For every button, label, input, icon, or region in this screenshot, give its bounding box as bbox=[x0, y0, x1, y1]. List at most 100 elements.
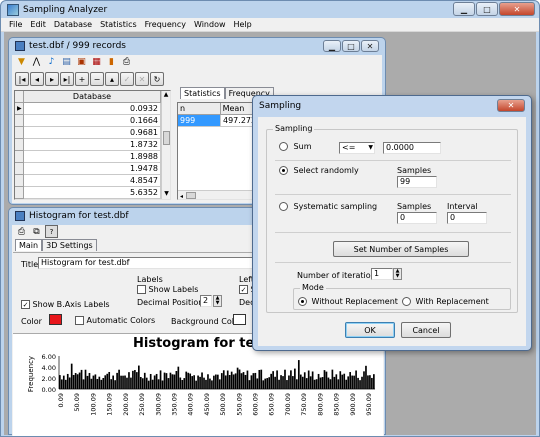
without-replacement-radio[interactable]: Without Replacement bbox=[298, 297, 398, 306]
menu-window[interactable]: Window bbox=[194, 20, 226, 29]
samples-input[interactable]: 99 bbox=[397, 176, 437, 188]
table-cell[interactable]: 1.8988 bbox=[24, 151, 161, 163]
histogram-bar bbox=[199, 376, 201, 389]
copy-icon[interactable]: ⧉ bbox=[30, 225, 43, 238]
histogram-bar bbox=[347, 376, 350, 389]
table-row[interactable]: 0.9681 bbox=[15, 127, 170, 139]
db-maximize-button[interactable]: □ bbox=[342, 40, 360, 52]
stats-column-header[interactable]: n bbox=[178, 103, 221, 115]
nav-next-button[interactable]: ▸ bbox=[45, 72, 59, 86]
histogram-bar bbox=[173, 374, 176, 389]
nav-insert-button[interactable]: + bbox=[75, 72, 89, 86]
grid-column-header[interactable]: Database bbox=[24, 91, 161, 103]
x-tick-label: 0.09 bbox=[57, 393, 65, 407]
sum-value-input[interactable]: 0.0000 bbox=[383, 142, 441, 154]
db-close-button[interactable]: ✕ bbox=[361, 40, 379, 52]
histogram-bar bbox=[290, 370, 292, 389]
table-cell[interactable]: 1.9478 bbox=[24, 163, 161, 175]
table-cell[interactable]: 4.8547 bbox=[24, 175, 161, 187]
tab-statistics[interactable]: Statistics bbox=[180, 87, 225, 99]
chart-line-icon[interactable]: ⋀ bbox=[30, 56, 43, 69]
histogram-bar bbox=[230, 371, 233, 389]
menu-edit[interactable]: Edit bbox=[30, 20, 46, 29]
histogram-bar bbox=[339, 371, 342, 389]
dialog-close-button[interactable]: ✕ bbox=[497, 99, 525, 112]
print-icon[interactable]: ⎙ bbox=[15, 225, 28, 238]
menu-help[interactable]: Help bbox=[234, 20, 252, 29]
table-row[interactable]: 0.1664 bbox=[15, 115, 170, 127]
tab-3d-settings[interactable]: 3D Settings bbox=[42, 239, 97, 251]
histogram-bar bbox=[181, 380, 184, 389]
histogram-bar bbox=[139, 377, 142, 389]
menu-file[interactable]: File bbox=[9, 20, 22, 29]
histogram-bar bbox=[169, 372, 172, 389]
table-cell[interactable]: 0.1664 bbox=[24, 115, 161, 127]
automatic-colors-checkbox[interactable]: Automatic Colors bbox=[75, 316, 155, 325]
menu-frequency[interactable]: Frequency bbox=[145, 20, 186, 29]
iterations-input[interactable]: 1 bbox=[371, 268, 393, 280]
nav-delete-button[interactable]: − bbox=[90, 72, 104, 86]
y-axis-label: Frequency bbox=[27, 356, 35, 392]
iterations-spinner[interactable]: ▲ ▼ bbox=[393, 268, 402, 280]
sum-radio[interactable]: Sum bbox=[279, 142, 312, 151]
title-input[interactable]: Histogram for test.dbf bbox=[38, 257, 263, 269]
tab-main[interactable]: Main bbox=[15, 239, 43, 251]
nav-prev-button[interactable]: ◂ bbox=[30, 72, 44, 86]
print-icon[interactable]: ⎙ bbox=[120, 56, 133, 69]
table-cell[interactable]: 0.0932 bbox=[24, 103, 161, 115]
export-icon[interactable]: ▣ bbox=[75, 56, 88, 69]
sampling-icon[interactable]: ♪ bbox=[45, 56, 58, 69]
decimal-positions-input[interactable]: 2 bbox=[200, 295, 212, 307]
grid-vscrollbar[interactable]: ▲ ▼ bbox=[161, 91, 170, 199]
set-number-of-samples-button[interactable]: Set Number of Samples bbox=[333, 241, 469, 257]
stats-n-value[interactable]: 999 bbox=[178, 115, 221, 127]
cancel-button[interactable]: Cancel bbox=[401, 322, 451, 338]
table-row[interactable]: 1.8732 bbox=[15, 139, 170, 151]
background-color-label: Background Color bbox=[171, 317, 243, 326]
bar-chart-icon[interactable]: ▮ bbox=[105, 56, 118, 69]
histogram-bar bbox=[114, 380, 116, 389]
nav-last-button[interactable]: ▸| bbox=[60, 72, 74, 86]
filter-icon[interactable]: ▼ bbox=[15, 56, 28, 69]
menu-statistics[interactable]: Statistics bbox=[100, 20, 137, 29]
histogram-bar bbox=[74, 372, 77, 389]
mode-group: Mode Without Replacement With Replacemen… bbox=[293, 283, 511, 310]
menu-database[interactable]: Database bbox=[54, 20, 92, 29]
nav-edit-button[interactable]: ▴ bbox=[105, 72, 119, 86]
database-icon[interactable]: ▤ bbox=[60, 56, 73, 69]
minimize-button[interactable]: ▁ bbox=[453, 2, 475, 16]
table-cell[interactable]: 1.8732 bbox=[24, 139, 161, 151]
show-b-axis-checkbox[interactable]: ✓ Show B.Axis Labels bbox=[21, 300, 110, 309]
histogram-bar bbox=[151, 379, 154, 389]
nav-first-button[interactable]: |◂ bbox=[15, 72, 29, 86]
decimal-positions-spinner[interactable]: ▲ ▼ bbox=[213, 295, 222, 307]
histogram-bar bbox=[60, 379, 63, 389]
with-replacement-radio[interactable]: With Replacement bbox=[402, 297, 489, 306]
operator-select[interactable]: <= ▼ bbox=[339, 142, 375, 154]
select-randomly-radio[interactable]: Select randomly bbox=[279, 166, 359, 175]
color-swatch[interactable] bbox=[49, 314, 62, 325]
settings-icon[interactable]: ? bbox=[45, 225, 58, 238]
background-color-swatch[interactable] bbox=[233, 314, 246, 325]
close-button[interactable]: ✕ bbox=[499, 2, 535, 16]
db-minimize-button[interactable]: ▁ bbox=[323, 40, 341, 52]
histogram-bar bbox=[78, 372, 81, 389]
table-row[interactable]: ▶ 0.0932 bbox=[15, 103, 170, 115]
nav-refresh-button[interactable]: ↻ bbox=[150, 72, 164, 86]
table-cell[interactable]: 5.6352 bbox=[24, 187, 161, 199]
table-row[interactable]: 5.6352 bbox=[15, 187, 170, 199]
interval-input[interactable]: 0 bbox=[447, 212, 487, 224]
maximize-button[interactable]: □ bbox=[476, 2, 498, 16]
show-labels-checkbox[interactable]: Show Labels bbox=[137, 285, 198, 294]
table-icon[interactable]: ▦ bbox=[90, 56, 103, 69]
nav-post-button[interactable]: ✓ bbox=[120, 72, 134, 86]
ok-button[interactable]: OK bbox=[345, 322, 395, 338]
sys-samples-input[interactable]: 0 bbox=[397, 212, 437, 224]
nav-cancel-button[interactable]: ✕ bbox=[135, 72, 149, 86]
histogram-bar bbox=[236, 367, 239, 389]
table-row[interactable]: 1.8988 bbox=[15, 151, 170, 163]
table-cell[interactable]: 0.9681 bbox=[24, 127, 161, 139]
systematic-sampling-radio[interactable]: Systematic sampling bbox=[279, 202, 377, 211]
table-row[interactable]: 4.8547 bbox=[15, 175, 170, 187]
table-row[interactable]: 1.9478 bbox=[15, 163, 170, 175]
